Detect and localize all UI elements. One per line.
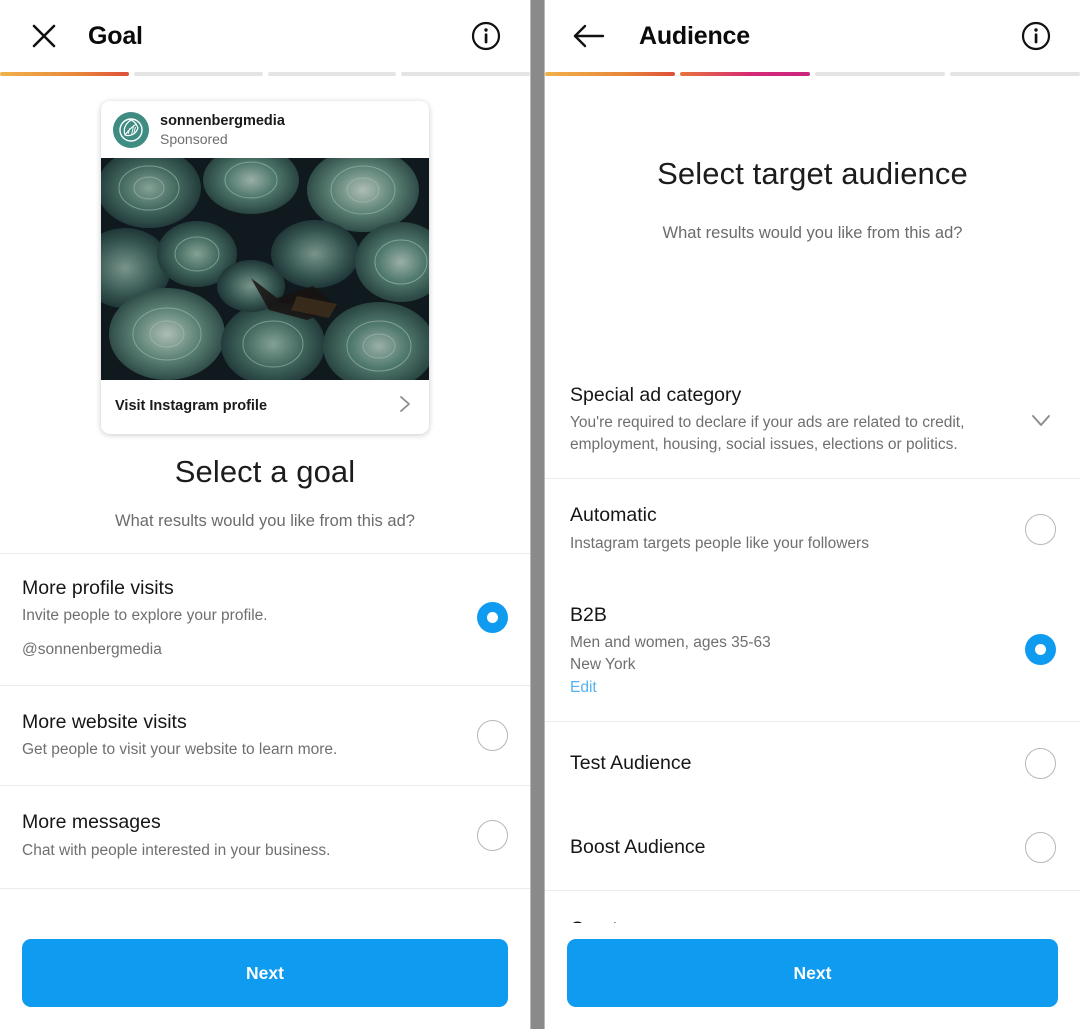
audience-option-automatic[interactable]: Automatic Instagram targets people like … [545,479,1080,580]
audience-option-boost-audience[interactable]: Boost Audience [545,806,1080,890]
audience-option-create-your-own[interactable]: Create your own Manually enter your targ… [545,891,1080,923]
goal-hero-subtitle: What results would you like from this ad… [115,511,415,530]
option-title: Special ad category [570,384,742,406]
option-title: Create your own [570,917,1016,923]
succulent-plants-photo [101,157,429,380]
radio-test-audience[interactable] [1025,748,1056,780]
divider [0,887,530,889]
option-text: Special ad category You're required to d… [570,383,1016,456]
radio-more-profile-visits[interactable] [477,601,508,633]
chevron-down-icon[interactable] [1026,407,1056,433]
dual-screen-container: Goal sonnenbergmedia Sponsored Visit Ins… [0,0,1080,1029]
goal-option-more-messages[interactable]: More messages Chat with people intereste… [0,786,530,887]
option-title: More profile visits [22,576,174,599]
goal-hero-title: Select a goal [174,453,356,489]
option-description: Instagram targets people like your follo… [570,534,869,552]
ad-card-account: sonnenbergmedia Sponsored [160,112,285,149]
radio-boost-audience[interactable] [1025,832,1056,864]
page-title: Goal [88,21,143,50]
audience-hero-subtitle: What results would you like from this ad… [662,224,963,242]
option-title: B2B [570,603,607,626]
info-icon[interactable] [464,14,508,58]
next-button[interactable]: Next [567,939,1058,1007]
goal-option-more-profile-visits[interactable]: More profile visits Invite people to exp… [0,554,530,685]
radio-more-website-visits[interactable] [477,720,508,752]
page-title: Audience [639,21,750,50]
audience-hero: Select target audience What results woul… [545,76,1080,243]
arrow-left-icon[interactable] [567,14,611,58]
audience-body: Select target audience What results woul… [545,76,1080,923]
option-text: Test Audience [570,751,1015,776]
option-text: B2B Men and women, ages 35-63 New York E… [570,603,1015,697]
option-description: You're required to declare if your ads a… [570,414,965,454]
option-title: More website visits [22,710,187,733]
goal-bottom-bar: Next [0,923,530,1029]
leaf-logo-icon [113,112,149,149]
next-button[interactable]: Next [22,939,508,1007]
option-description: Invite people to explore your profile. [22,606,268,624]
hero-gap [0,531,530,553]
option-title: More messages [22,811,161,834]
option-text: More messages Chat with people intereste… [22,810,467,861]
option-handle: @sonnenbergmedia [22,640,162,658]
option-text: Automatic Instagram targets people like … [570,503,1015,554]
option-title: Boost Audience [570,835,706,858]
audience-navbar: Audience [545,0,1080,72]
sponsored-label: Sponsored [160,131,228,148]
screen-divider [530,0,545,1029]
account-name: sonnenbergmedia [160,113,285,129]
goal-option-more-website-visits[interactable]: More website visits Get people to visit … [0,686,530,785]
ad-preview-wrapper: sonnenbergmedia Sponsored Visit Instagra… [0,76,530,434]
audience-bottom-bar: Next [545,923,1080,1029]
radio-b2b[interactable] [1025,634,1056,666]
option-description-location: New York [570,656,636,674]
audience-option-test-audience[interactable]: Test Audience [545,722,1080,806]
option-text: Boost Audience [570,835,1015,860]
radio-automatic[interactable] [1025,513,1056,545]
hero-gap [545,243,1080,361]
option-description: Get people to visit your website to lear… [22,741,338,759]
edit-link[interactable]: Edit [570,679,597,697]
option-text: More website visits Get people to visit … [22,710,467,761]
radio-more-messages[interactable] [477,820,508,852]
option-title: Automatic [570,504,657,527]
ad-card-header: sonnenbergmedia Sponsored [101,101,429,158]
option-description: Men and women, ages 35-63 [570,634,771,652]
ad-cta-label: Visit Instagram profile [115,398,268,415]
goal-body: sonnenbergmedia Sponsored Visit Instagra… [0,76,530,923]
info-icon[interactable] [1014,14,1058,58]
ad-preview-card[interactable]: sonnenbergmedia Sponsored Visit Instagra… [101,101,429,434]
chevron-right-icon [395,394,415,419]
goal-navbar: Goal [0,0,530,72]
audience-hero-title: Select target audience [657,156,968,191]
option-text: Create your own Manually enter your targ… [570,917,1016,923]
option-title: Test Audience [570,751,692,774]
special-ad-category-row[interactable]: Special ad category You're required to d… [545,361,1080,478]
option-description: Chat with people interested in your busi… [22,841,331,859]
option-text: More profile visits Invite people to exp… [22,576,467,659]
audience-screen: Audience Select target audience What res… [545,0,1080,1029]
audience-option-b2b[interactable]: B2B Men and women, ages 35-63 New York E… [545,581,1080,721]
ad-card-cta[interactable]: Visit Instagram profile [101,380,429,434]
goal-hero: Select a goal What results would you lik… [0,434,530,531]
goal-screen: Goal sonnenbergmedia Sponsored Visit Ins… [0,0,530,1029]
close-icon[interactable] [22,14,66,58]
